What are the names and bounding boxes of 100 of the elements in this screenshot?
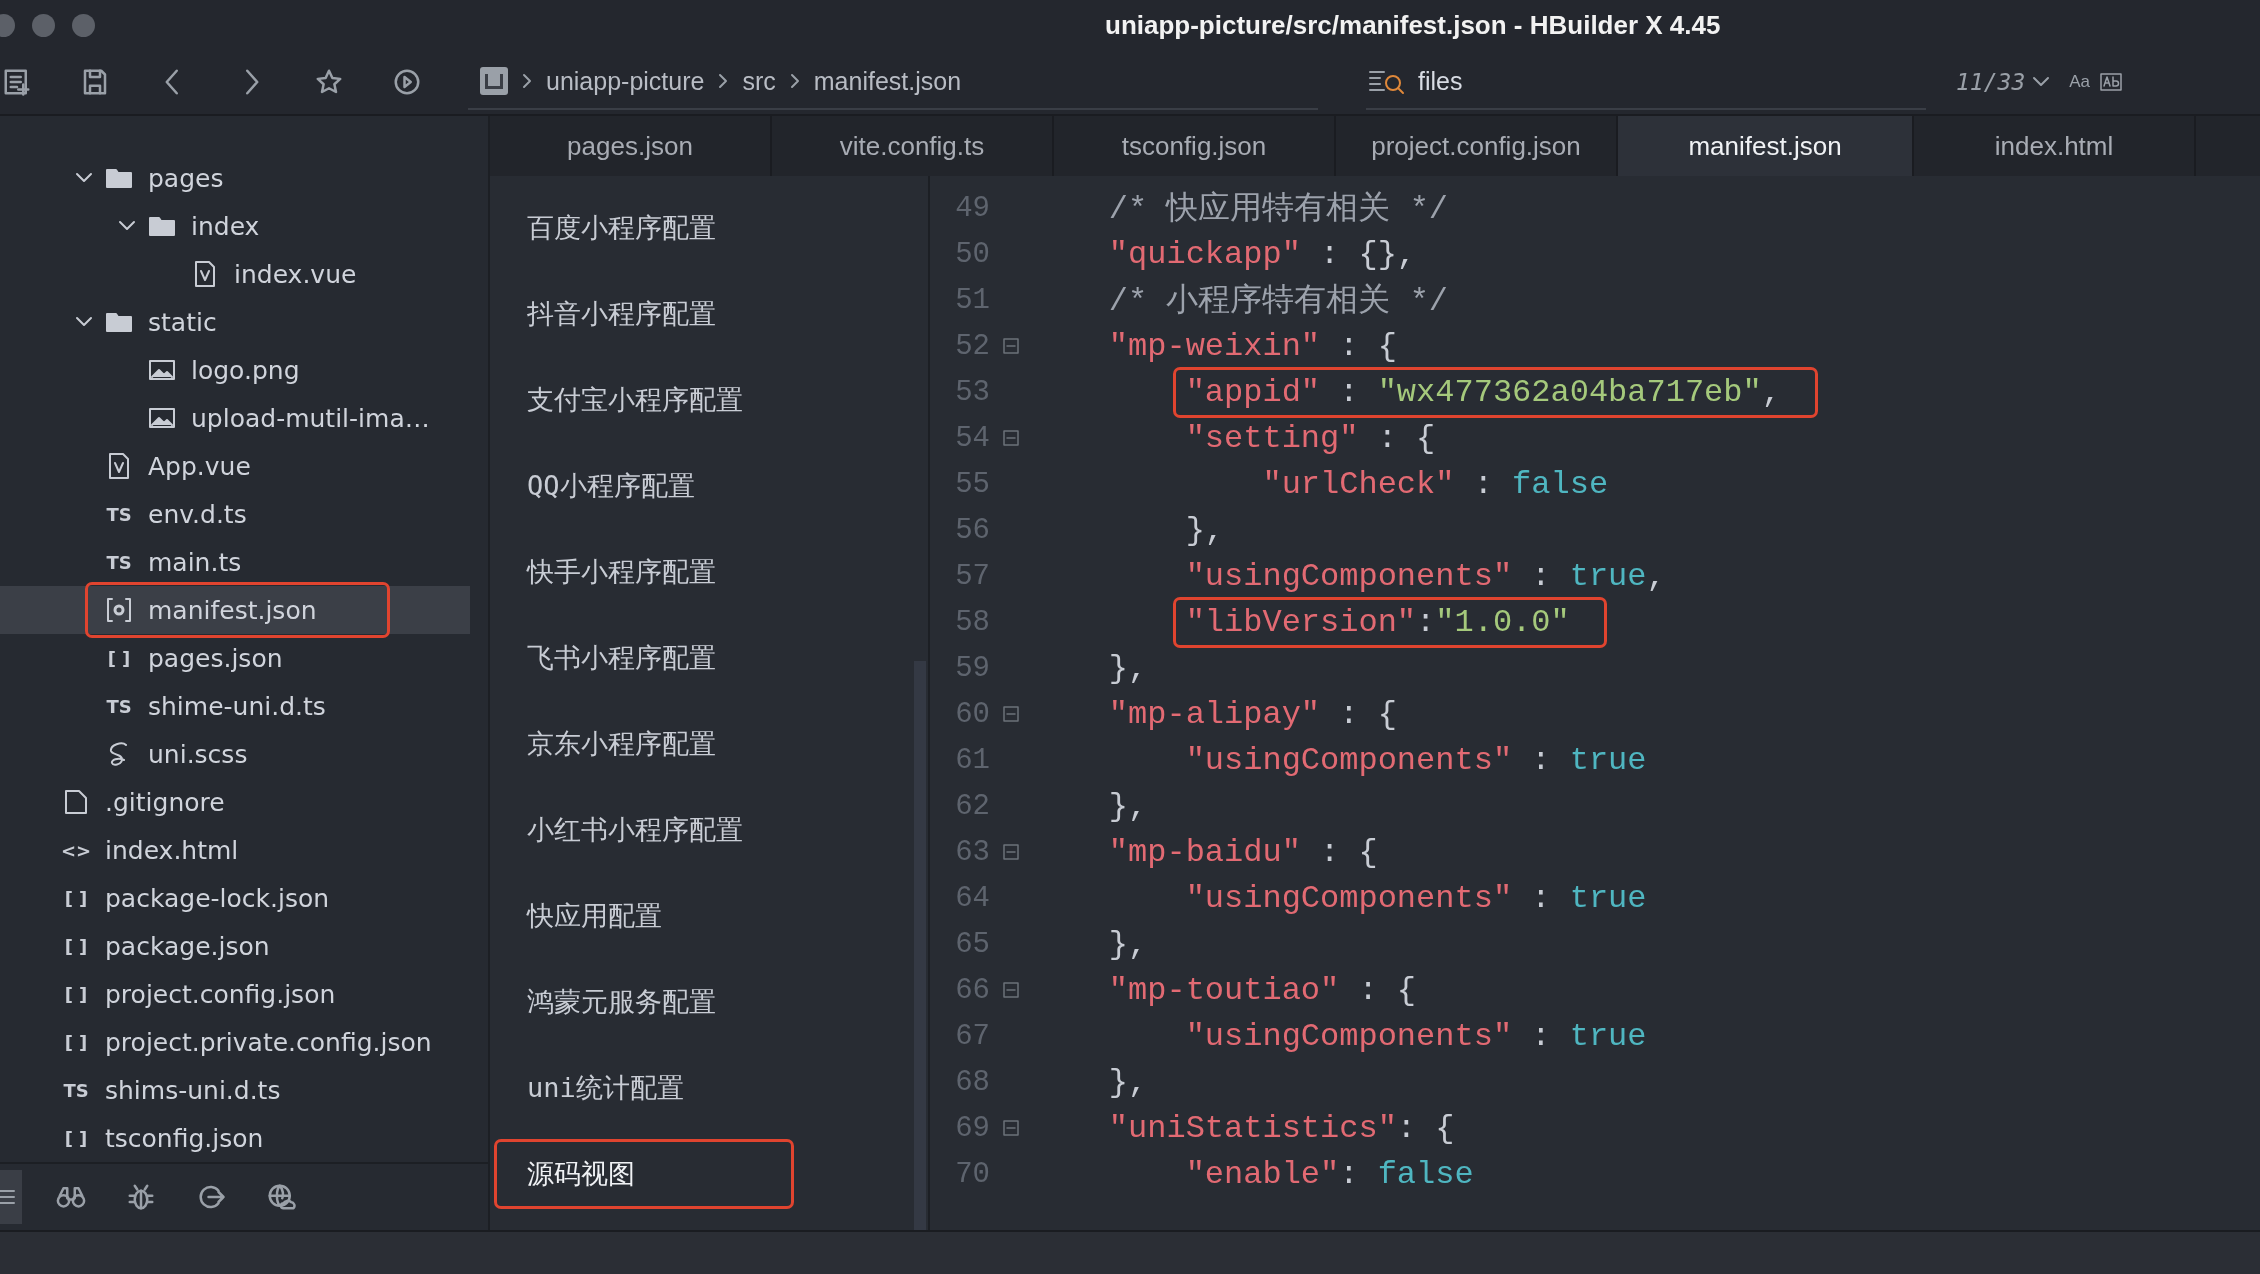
window-title: uniapp-picture/src/manifest.json - HBuilder X 4.45 — [1105, 9, 1721, 41]
settings-nav-item[interactable]: uni统计配置 — [494, 1053, 794, 1123]
tree-item[interactable]: tsconfig.json — [105, 1123, 264, 1153]
file-type-icon: [ ] — [107, 647, 131, 669]
tree-item[interactable]: shims-uni.d.ts — [105, 1075, 281, 1105]
line-number: 56 — [954, 513, 990, 547]
file-type-icon: [ ] — [64, 1031, 88, 1053]
line-number: 51 — [954, 283, 990, 317]
folder-icon — [105, 166, 133, 190]
code-line: }, — [1107, 924, 1149, 965]
line-number: 60 — [954, 697, 990, 731]
line-number: 53 — [954, 375, 990, 409]
bug-icon — [126, 1182, 156, 1212]
line-number: 49 — [954, 191, 990, 225]
window-control-button[interactable] — [32, 13, 55, 37]
settings-nav-item[interactable]: QQ小程序配置 — [494, 451, 794, 521]
line-number: 50 — [954, 237, 990, 271]
tree-item[interactable]: project.config.json — [105, 979, 336, 1009]
file-icon — [193, 260, 217, 288]
code-line: }, — [1107, 786, 1149, 827]
file-type-icon: [ ] — [64, 935, 88, 957]
tree-item[interactable]: package-lock.json — [105, 883, 330, 913]
tree-item[interactable]: main.ts — [148, 547, 242, 577]
tree-item[interactable]: uni.scss — [148, 739, 248, 769]
breadcrumb-item[interactable]: uniapp-picture — [546, 66, 705, 96]
line-number: 57 — [954, 559, 990, 593]
settings-nav-item[interactable]: 百度小程序配置 — [494, 193, 794, 263]
tree-item[interactable]: package.json — [105, 931, 270, 961]
tree-item[interactable]: logo.png — [191, 355, 300, 385]
tree-item[interactable]: index.html — [105, 835, 239, 865]
code-line: "usingComponents" : true, — [1184, 556, 1667, 597]
match-count: 11/33 — [1956, 69, 2026, 95]
settings-nav-item[interactable]: 快手小程序配置 — [494, 537, 794, 607]
settings-nav-item[interactable]: 飞书小程序配置 — [494, 623, 794, 693]
settings-nav-item[interactable]: 支付宝小程序配置 — [494, 365, 794, 435]
tree-item[interactable]: shime-uni.d.ts — [148, 691, 326, 721]
file-icon — [107, 452, 131, 480]
code-line: }, — [1107, 1062, 1149, 1103]
whole-word-icon — [2100, 72, 2123, 92]
tree-item[interactable]: pages.json — [148, 643, 283, 673]
line-number: 63 — [954, 835, 990, 869]
settings-nav-item[interactable]: 鸿蒙元服务配置 — [494, 967, 794, 1037]
line-number: 69 — [954, 1111, 990, 1145]
settings-nav-item[interactable]: 京东小程序配置 — [494, 709, 794, 779]
window-control-button[interactable] — [72, 13, 95, 37]
code-line: "mp-alipay" : { — [1107, 694, 1398, 735]
code-line: "mp-baidu" : { — [1107, 832, 1379, 873]
list-button[interactable] — [0, 1170, 22, 1224]
file-type-icon: TS — [106, 551, 132, 573]
folder-icon — [148, 214, 176, 238]
settings-file-icon — [105, 596, 133, 624]
tree-item[interactable]: .gitignore — [105, 787, 225, 817]
line-number: 68 — [954, 1065, 990, 1099]
editor-tab[interactable]: manifest.json — [1618, 116, 1914, 176]
tree-item[interactable]: App.vue — [148, 451, 251, 481]
run-icon — [392, 67, 422, 97]
globe-cloud-icon — [266, 1182, 296, 1212]
code-line: "setting" : { — [1184, 418, 1437, 459]
breadcrumb-item[interactable]: manifest.json — [813, 66, 962, 96]
file-type-icon: TS — [63, 1079, 89, 1101]
line-number: 58 — [954, 605, 990, 639]
match-case-button[interactable]: Aa — [2065, 68, 2095, 96]
code-line: }, — [1107, 648, 1149, 689]
code-line: "usingComponents" : true — [1184, 740, 1648, 781]
file-type-icon: [ ] — [64, 887, 88, 909]
project-icon — [480, 67, 508, 95]
breadcrumb-item[interactable]: src — [742, 66, 776, 96]
line-number: 55 — [954, 467, 990, 501]
tree-item[interactable]: manifest.json — [148, 595, 317, 625]
line-number: 64 — [954, 881, 990, 915]
search-field[interactable]: files — [1416, 65, 1720, 97]
file-type-icon: [ ] — [64, 983, 88, 1005]
line-number: 54 — [954, 421, 990, 455]
file-type-icon: <> — [60, 839, 92, 861]
tree-item[interactable]: project.private.config.json — [105, 1027, 432, 1057]
code-line: "mp-toutiao" : { — [1107, 970, 1418, 1011]
code-line: "uniStatistics": { — [1107, 1108, 1456, 1149]
folder-icon — [105, 310, 133, 334]
tree-item[interactable]: pages — [148, 163, 224, 193]
tree-item[interactable]: upload-mutil-ima… — [191, 403, 430, 433]
file-type-icon: [ ] — [64, 1127, 88, 1149]
settings-nav-item[interactable]: 快应用配置 — [494, 881, 794, 951]
scrollbar[interactable] — [914, 661, 926, 1230]
tree-item[interactable]: index.vue — [234, 259, 357, 289]
line-number: 62 — [954, 789, 990, 823]
settings-nav-item[interactable]: 小红书小程序配置 — [494, 795, 794, 865]
line-number: 65 — [954, 927, 990, 961]
line-number: 59 — [954, 651, 990, 685]
code-line: }, — [1184, 510, 1226, 551]
settings-nav-item[interactable]: 抖音小程序配置 — [494, 279, 794, 349]
settings-nav-item[interactable]: 源码视图 — [494, 1139, 794, 1209]
tree-item[interactable]: env.d.ts — [148, 499, 247, 529]
line-number: 61 — [954, 743, 990, 777]
caret-icon — [2031, 75, 2052, 89]
line-number: 67 — [954, 1019, 990, 1053]
code-line: /* 快应用特有相关 */ — [1107, 190, 1450, 230]
tree-item[interactable]: static — [148, 307, 217, 337]
new-file-icon — [2, 67, 32, 97]
code-line: "usingComponents" : true — [1184, 878, 1648, 919]
tree-item[interactable]: index — [191, 211, 260, 241]
